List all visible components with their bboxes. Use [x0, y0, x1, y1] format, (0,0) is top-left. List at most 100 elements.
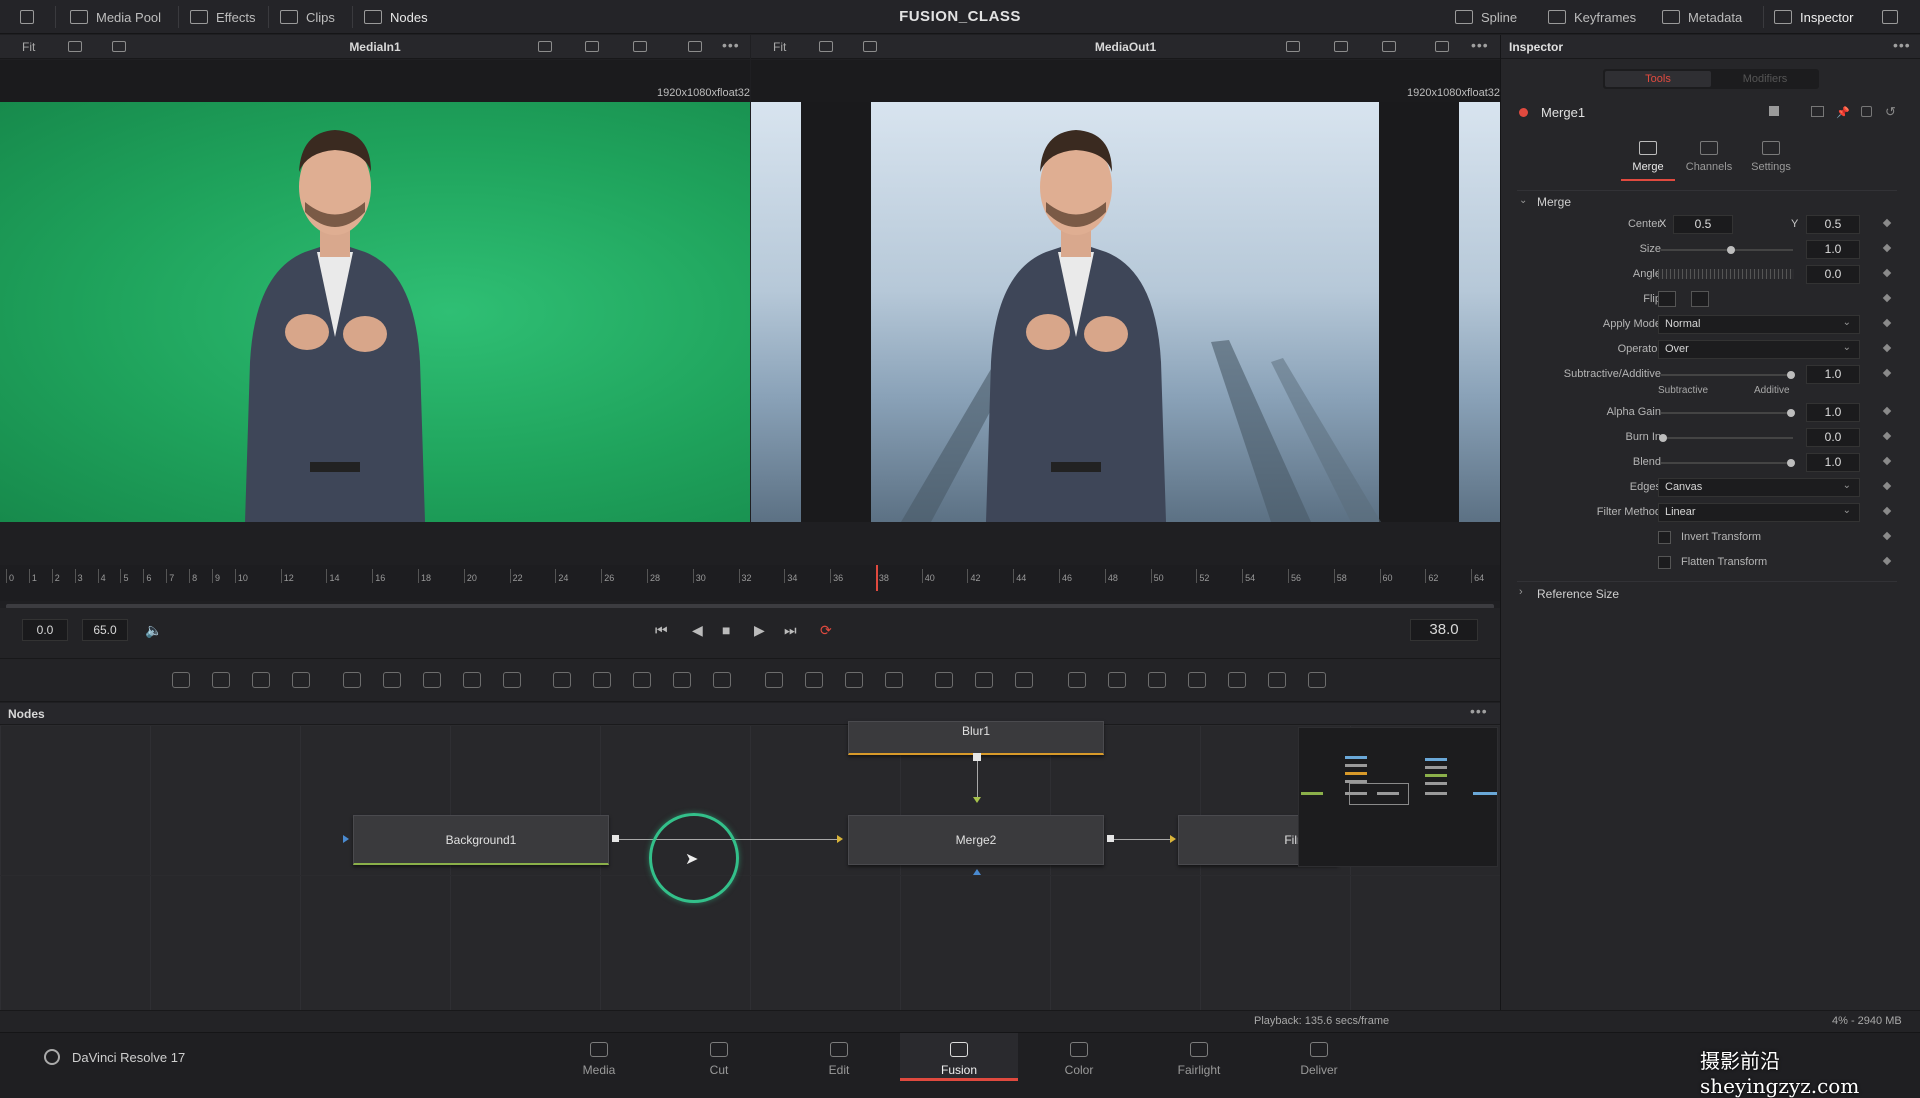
brush-tool-icon[interactable] — [292, 672, 310, 688]
flip-vertical-icon[interactable] — [1691, 291, 1709, 307]
spline-button[interactable]: Spline — [1455, 8, 1517, 26]
keyframe-icon[interactable] — [1882, 293, 1892, 303]
node-merge2[interactable]: Merge2 — [848, 815, 1104, 865]
image-plane-icon[interactable] — [1228, 672, 1246, 688]
planar-tracker-icon[interactable] — [975, 672, 993, 688]
node-navigator[interactable] — [1298, 727, 1498, 867]
output-port[interactable] — [1107, 835, 1114, 842]
reference-size-section[interactable]: › Reference Size — [1517, 581, 1897, 601]
viewer-lut-icon[interactable] — [688, 41, 702, 52]
tracker-tool-icon[interactable] — [935, 672, 953, 688]
apply-mode-dropdown[interactable]: Normal ⌄ — [1658, 315, 1860, 334]
page-tab-fairlight[interactable]: Fairlight — [1140, 1033, 1258, 1081]
play-reverse-icon[interactable]: ◀ — [692, 622, 703, 639]
blur-tool-icon[interactable] — [503, 672, 521, 688]
particles-tool-icon[interactable] — [343, 672, 361, 688]
viewer-roi-icon[interactable] — [1286, 41, 1300, 52]
viewer-more-icon[interactable]: ••• — [1471, 37, 1489, 53]
fbx-tool-icon[interactable] — [1308, 672, 1326, 688]
merge-tool-icon[interactable] — [553, 672, 571, 688]
nodes-button[interactable]: Nodes — [364, 8, 428, 26]
operator-dropdown[interactable]: Over ⌄ — [1658, 340, 1860, 359]
keyframe-icon[interactable] — [1882, 406, 1892, 416]
resize-tool-icon[interactable] — [713, 672, 731, 688]
node-blur1[interactable]: Blur1 — [848, 721, 1104, 755]
nodes-more-icon[interactable]: ••• — [1470, 703, 1488, 719]
rectangle-mask-icon[interactable] — [765, 672, 783, 688]
alpha-gain-slider[interactable] — [1661, 409, 1795, 417]
tool-color-icon[interactable] — [1769, 106, 1779, 116]
tools-tab[interactable]: Tools — [1605, 71, 1711, 87]
polygon-mask-icon[interactable] — [845, 672, 863, 688]
background-tool-icon[interactable] — [172, 672, 190, 688]
effects-button[interactable]: Effects — [190, 8, 256, 26]
burn-in-slider[interactable] — [1659, 434, 1793, 442]
viewer-grid-icon[interactable] — [633, 41, 647, 52]
reset-icon[interactable]: ↺ — [1885, 104, 1896, 120]
keyframe-icon[interactable] — [1882, 218, 1892, 228]
viewer-channel-icon[interactable] — [585, 41, 599, 52]
text3d-tool-icon[interactable] — [1148, 672, 1166, 688]
subtractive-additive-field[interactable]: 1.0 — [1806, 365, 1860, 384]
inspector-button[interactable]: Inspector — [1774, 8, 1853, 26]
keyframes-button[interactable]: Keyframes — [1548, 8, 1636, 26]
modifiers-tab[interactable]: Modifiers — [1713, 71, 1817, 87]
channel-booleans-icon[interactable] — [593, 672, 611, 688]
invert-transform-checkbox[interactable] — [1658, 531, 1671, 544]
blend-slider[interactable] — [1661, 459, 1795, 467]
go-to-start-icon[interactable]: ⏮ — [655, 622, 668, 639]
output-port[interactable] — [973, 753, 981, 761]
brightness-tool-icon[interactable] — [463, 672, 481, 688]
metadata-button[interactable]: Metadata — [1662, 8, 1742, 26]
page-tab-cut[interactable]: Cut — [660, 1033, 778, 1081]
camera3d-tool-icon[interactable] — [1188, 672, 1206, 688]
page-tab-fusion[interactable]: Fusion — [900, 1033, 1018, 1081]
keyframe-icon[interactable] — [1882, 343, 1892, 353]
timeline-ruler[interactable]: 0 1 2 3 4 5 6 7 8 9 10 12 14 16 18 20 22 24 26 28 30 32 34 36 38… — [0, 565, 1500, 601]
output-port[interactable] — [612, 835, 619, 842]
media-pool-button[interactable]: Media Pool — [70, 8, 161, 26]
color-corrector-icon[interactable] — [383, 672, 401, 688]
playhead[interactable] — [875, 565, 878, 591]
inspector-more-icon[interactable]: ••• — [1893, 37, 1911, 53]
viewer-roi-icon[interactable] — [538, 41, 552, 52]
angle-field[interactable]: 0.0 — [1806, 265, 1860, 284]
camera-tracker-icon[interactable] — [1015, 672, 1033, 688]
paint-tool-icon[interactable] — [212, 672, 230, 688]
stop-icon[interactable]: ■ — [722, 622, 730, 638]
viewer-lut-icon[interactable] — [1435, 41, 1449, 52]
keyframe-icon[interactable] — [1882, 431, 1892, 441]
node-editor[interactable]: Blur1 Background1 ➤ Merge2 Film — [0, 721, 1500, 1010]
page-tab-deliver[interactable]: Deliver — [1260, 1033, 1378, 1081]
blend-field[interactable]: 1.0 — [1806, 453, 1860, 472]
workspace-toggle-icon[interactable] — [20, 8, 34, 26]
size-slider[interactable] — [1661, 246, 1793, 254]
settings-subtab[interactable]: Settings — [1741, 139, 1801, 183]
viewer-channel-icon[interactable] — [1334, 41, 1348, 52]
merge-subtab[interactable]: Merge — [1621, 139, 1675, 183]
current-frame-field[interactable]: 38.0 — [1410, 619, 1478, 641]
tool-active-dot[interactable] — [1519, 108, 1528, 117]
keyframe-icon[interactable] — [1882, 268, 1892, 278]
keyframe-icon[interactable] — [1882, 481, 1892, 491]
angle-dial[interactable] — [1658, 269, 1794, 279]
audio-icon[interactable]: 🔈 — [145, 622, 162, 639]
transform-tool-icon[interactable] — [673, 672, 691, 688]
tool-versions-icon[interactable] — [1811, 106, 1824, 117]
filter-method-dropdown[interactable]: Linear ⌄ — [1658, 503, 1860, 522]
keyframe-icon[interactable] — [1882, 243, 1892, 253]
loop-icon[interactable]: ⟳ — [820, 622, 832, 639]
size-field[interactable]: 1.0 — [1806, 240, 1860, 259]
play-icon[interactable]: ▶ — [754, 622, 765, 639]
viewer-grid-icon[interactable] — [1382, 41, 1396, 52]
keyframe-icon[interactable] — [1882, 456, 1892, 466]
viewer-more-icon[interactable]: ••• — [722, 37, 740, 53]
bspline-mask-icon[interactable] — [885, 672, 903, 688]
keyframe-icon[interactable] — [1882, 368, 1892, 378]
pin-icon[interactable]: 📌 — [1836, 106, 1850, 119]
text-tool-icon[interactable] — [252, 672, 270, 688]
alpha-gain-field[interactable]: 1.0 — [1806, 403, 1860, 422]
burn-in-field[interactable]: 0.0 — [1806, 428, 1860, 447]
node-background1[interactable]: Background1 — [353, 815, 609, 865]
fullscreen-icon[interactable] — [1882, 8, 1898, 26]
